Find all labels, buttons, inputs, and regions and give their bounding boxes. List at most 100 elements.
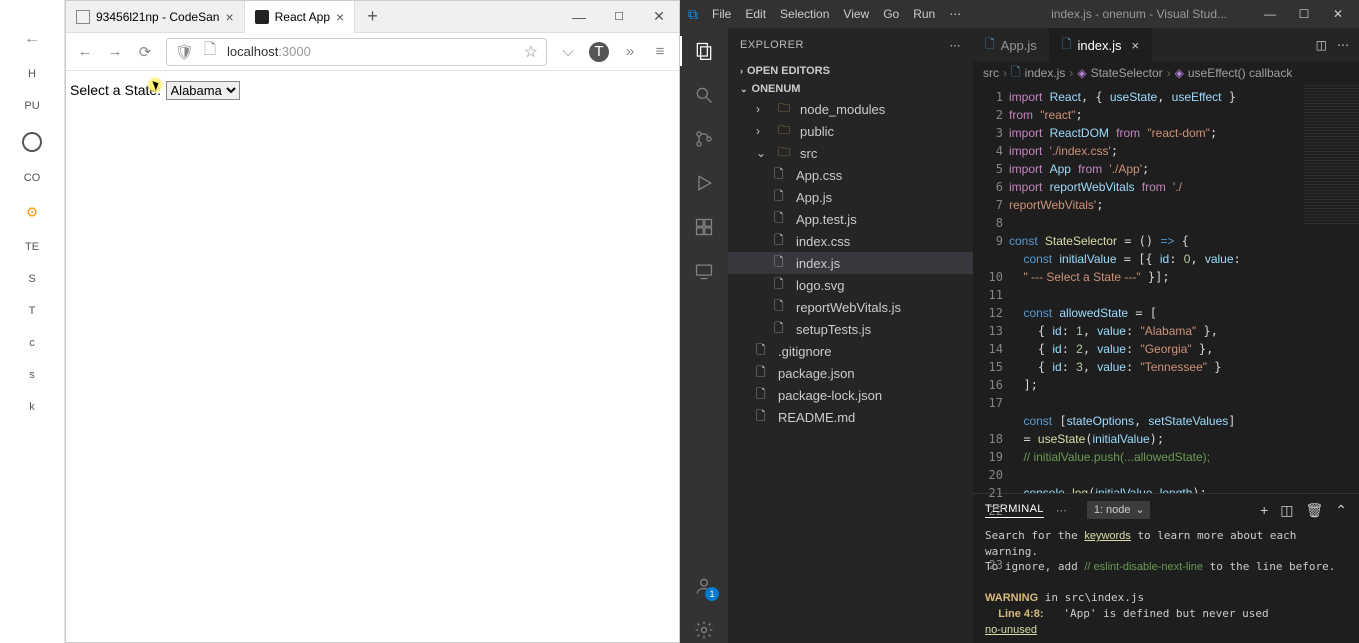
strip-label: s	[29, 369, 35, 381]
close-icon[interactable]: ×	[336, 9, 344, 25]
nav-forward-icon[interactable]: →	[106, 43, 124, 60]
symbol-icon: ◈	[1175, 66, 1184, 80]
item-label: App.css	[796, 168, 842, 183]
menu-file[interactable]: File	[712, 7, 731, 21]
editor-tab[interactable]: 🗋index.js×	[1050, 28, 1152, 62]
menu-overflow-icon[interactable]: ⋯	[949, 7, 961, 21]
close-button[interactable]: ✕	[1325, 7, 1351, 21]
file-item[interactable]: 🗋logo.svg	[728, 274, 973, 296]
file-item[interactable]: 🗋 setupTests.js	[728, 318, 973, 340]
accounts-icon[interactable]: 1	[691, 573, 717, 599]
file-item[interactable]: 🗋.gitignore	[728, 340, 973, 362]
extensions-icon[interactable]	[691, 214, 717, 240]
explorer-sidebar: EXPLORER ⋯ ›OPEN EDITORS ⌄ONENUM ›🗀node_…	[728, 28, 973, 643]
browser-navbar: ← → ⟳ 🛡 🗋 localhost:3000 ☆ ⌵ T » ≡	[66, 33, 679, 71]
terminal-select[interactable]: 1: node	[1087, 501, 1150, 519]
terminal-panel: TERMINAL ⋯ 1: node + ◫ 🗑 ⌃ Search for th…	[973, 493, 1359, 643]
pocket-icon[interactable]: ⌵	[559, 43, 577, 60]
lock-icon: 🗋	[201, 39, 219, 64]
folder-item[interactable]: ›🗀public	[728, 120, 973, 142]
activity-bar: 1	[680, 28, 728, 643]
nav-back-icon[interactable]: ←	[76, 43, 94, 60]
file-icon: 🗋	[774, 275, 790, 296]
account-icon[interactable]: T	[589, 42, 609, 62]
menu-selection[interactable]: Selection	[780, 7, 829, 21]
new-terminal-icon[interactable]: +	[1260, 502, 1268, 519]
new-tab-button[interactable]: +	[355, 6, 390, 27]
close-icon[interactable]: ×	[225, 9, 233, 25]
file-icon: 🗋	[774, 253, 790, 274]
file-item[interactable]: 🗋App.test.js	[728, 208, 973, 230]
file-icon: 🗋	[774, 187, 790, 208]
bookmark-icon[interactable]: ☆	[524, 42, 538, 62]
menu-go[interactable]: Go	[883, 7, 899, 21]
reload-icon[interactable]: ⟳	[136, 43, 154, 61]
close-button[interactable]: ✕	[639, 1, 679, 33]
explorer-icon[interactable]	[691, 38, 717, 64]
maximize-panel-icon[interactable]: ⌃	[1335, 502, 1347, 519]
file-item[interactable]: 🗋reportWebVitals.js	[728, 296, 973, 318]
kill-terminal-icon[interactable]: 🗑	[1305, 502, 1323, 519]
folder-item[interactable]: ⌄🗀src	[728, 142, 973, 164]
js-file-icon: 🗋	[1011, 63, 1021, 84]
strip-label: S	[28, 273, 35, 285]
browser-tab[interactable]: 93456l21np - CodeSan ×	[66, 1, 245, 33]
overflow-icon[interactable]: »	[621, 43, 639, 60]
editor-tab[interactable]: 🗋App.js	[973, 28, 1050, 62]
js-file-icon: 🗋	[985, 35, 995, 56]
file-icon: 🗋	[774, 231, 790, 252]
explorer-more-icon[interactable]: ⋯	[950, 39, 962, 52]
project-section[interactable]: ⌄ONENUM	[728, 80, 973, 98]
breadcrumb[interactable]: src› 🗋index.js› ◈StateSelector› ◈useEffe…	[973, 62, 1359, 84]
url-bar[interactable]: 🛡 🗋 localhost:3000 ☆	[166, 38, 547, 66]
terminal-output[interactable]: Search for the keywords to learn more ab…	[973, 526, 1359, 643]
folder-item[interactable]: ›🗀node_modules	[728, 98, 973, 120]
search-icon[interactable]	[691, 82, 717, 108]
item-label: node_modules	[800, 102, 885, 117]
file-tree: ›🗀node_modules›🗀public⌄🗀src🗋App.css🗋App.…	[728, 98, 973, 643]
gear-icon[interactable]: ⚙	[26, 204, 39, 221]
maximize-button[interactable]: ☐	[599, 1, 639, 33]
file-item[interactable]: 🗋App.js	[728, 186, 973, 208]
accounts-badge: 1	[705, 587, 719, 601]
file-item[interactable]: 🗋package-lock.json	[728, 384, 973, 406]
file-item[interactable]: 🗋App.css	[728, 164, 973, 186]
item-label: setupTests.js	[796, 322, 871, 337]
symbol-icon: ◈	[1077, 66, 1086, 80]
menu-icon[interactable]: ≡	[651, 43, 669, 60]
file-item[interactable]: 🗋package.json	[728, 362, 973, 384]
editor-more-icon[interactable]: ⋯	[1337, 38, 1349, 52]
state-select[interactable]: Alabama	[166, 81, 240, 100]
minimize-button[interactable]: —	[559, 1, 599, 33]
file-item[interactable]: 🗋index.css	[728, 230, 973, 252]
menu-edit[interactable]: Edit	[745, 7, 766, 21]
minimize-button[interactable]: —	[1257, 7, 1283, 21]
tab-label: 93456l21np - CodeSan	[96, 10, 219, 24]
file-icon: 🗋	[756, 385, 772, 406]
vscode-titlebar: ⧉ File Edit Selection View Go Run ⋯ inde…	[680, 0, 1359, 28]
maximize-button[interactable]: ☐	[1291, 7, 1317, 21]
item-label: .gitignore	[778, 344, 831, 359]
editor-tabs: 🗋App.js 🗋index.js× ◫ ⋯	[973, 28, 1359, 62]
file-item[interactable]: 🗋README.md	[728, 406, 973, 428]
run-debug-icon[interactable]	[691, 170, 717, 196]
strip-label: T	[29, 305, 36, 317]
menu-view[interactable]: View	[843, 7, 869, 21]
open-editors-section[interactable]: ›OPEN EDITORS	[728, 62, 973, 80]
browser-tab[interactable]: React App ×	[245, 1, 356, 33]
page-content: Select a State: Alabama	[66, 71, 679, 642]
remote-icon[interactable]	[691, 258, 717, 284]
file-item[interactable]: 🗋index.js	[728, 252, 973, 274]
file-icon: 🗋	[774, 319, 790, 340]
settings-gear-icon[interactable]	[691, 617, 717, 643]
close-icon[interactable]: ×	[1132, 38, 1140, 53]
split-terminal-icon[interactable]: ◫	[1280, 502, 1293, 519]
menu-run[interactable]: Run	[913, 7, 935, 21]
strip-label: c	[29, 337, 35, 349]
minimap[interactable]	[1303, 84, 1359, 224]
code-editor[interactable]: import React, { useState, useEffect } fr…	[1009, 84, 1303, 493]
split-editor-icon[interactable]: ◫	[1316, 38, 1327, 52]
panel-more-icon[interactable]: ⋯	[1056, 504, 1067, 517]
source-control-icon[interactable]	[691, 126, 717, 152]
back-arrow-icon[interactable]: ←	[24, 30, 40, 48]
